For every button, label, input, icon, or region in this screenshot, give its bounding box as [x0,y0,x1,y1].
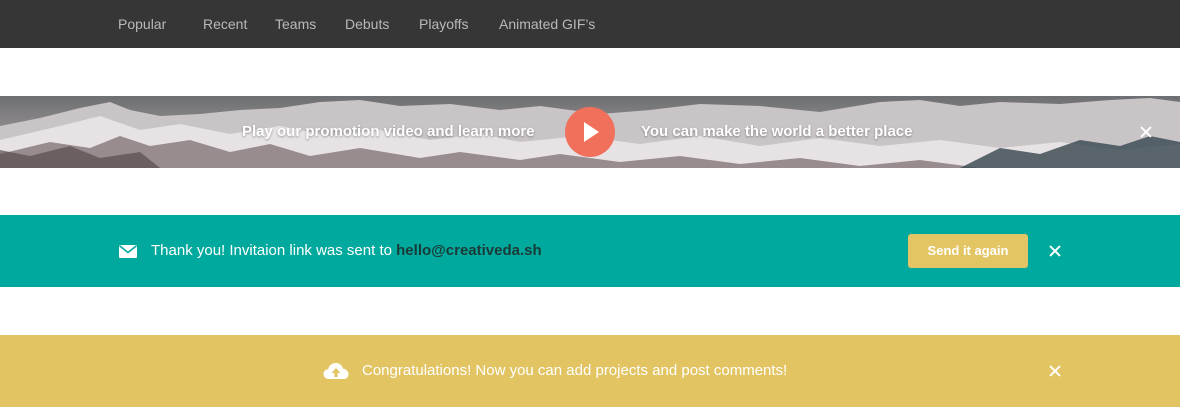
cloud-upload-icon [323,363,349,379]
send-again-button[interactable]: Send it again [908,234,1028,268]
play-icon [584,122,599,142]
top-nav: Popular Recent Teams Debuts Playoffs Ani… [0,0,1180,48]
promo-close-icon[interactable] [1139,125,1153,139]
promo-right-text: You can make the world a better place [641,123,913,140]
promo-banner: Play our promotion video and learn more … [0,96,1180,168]
invite-email: hello@creativeda.sh [396,242,542,259]
success-close-icon[interactable] [1048,364,1062,378]
nav-item-playoffs[interactable]: Playoffs [419,0,469,48]
promo-left-text: Play our promotion video and learn more [242,123,535,140]
mail-icon [119,245,137,258]
invite-notification: Thank you! Invitaion link was sent to he… [0,215,1180,287]
nav-item-recent[interactable]: Recent [203,0,247,48]
success-message: Congratulations! Now you can add project… [362,362,788,379]
play-video-button[interactable] [565,107,615,157]
invite-message: Thank you! Invitaion link was sent to he… [151,215,542,287]
invite-message-text: Thank you! Invitaion link was sent to [151,242,397,259]
success-notification: Congratulations! Now you can add project… [0,335,1180,407]
nav-item-animated-gifs[interactable]: Animated GIF’s [499,0,595,48]
nav-item-popular[interactable]: Popular [118,0,166,48]
nav-item-debuts[interactable]: Debuts [345,0,389,48]
invite-close-icon[interactable] [1048,244,1062,258]
nav-item-teams[interactable]: Teams [275,0,316,48]
